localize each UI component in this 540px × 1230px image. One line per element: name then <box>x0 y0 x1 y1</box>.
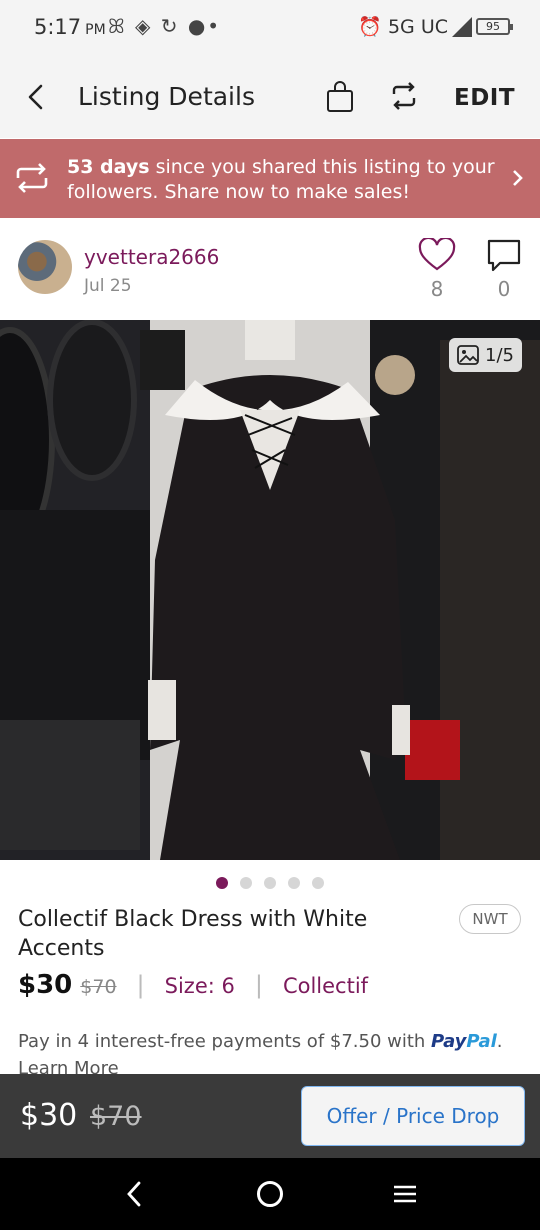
app-header: Listing Details EDIT <box>0 56 540 138</box>
bottom-action-bar: $30 $70 Offer / Price Drop <box>0 1074 540 1158</box>
listing-title: Collectif Black Dress with White Accents <box>18 907 368 961</box>
banner-message: 53 days since you shared this listing to… <box>67 156 495 203</box>
divider: | <box>136 971 145 999</box>
pager-dot[interactable] <box>240 877 252 889</box>
comment-icon[interactable] <box>486 238 522 274</box>
page-title: Listing Details <box>78 82 255 111</box>
nav-menu-icon[interactable] <box>393 1184 417 1204</box>
photo-counter-text: 1/5 <box>485 344 514 366</box>
share-reminder-banner[interactable]: 53 days since you shared this listing to… <box>0 139 540 218</box>
original-price: $70 <box>80 976 117 998</box>
listing-price: $30 <box>18 970 73 1000</box>
bar-original-price: $70 <box>90 1101 142 1132</box>
back-arrow-icon[interactable] <box>24 82 48 112</box>
offer-price-drop-button[interactable]: Offer / Price Drop <box>301 1086 525 1146</box>
dress-photo-illustration <box>0 320 540 860</box>
battery-icon: 95 <box>476 18 513 35</box>
product-photo[interactable]: 1/5 <box>0 320 540 860</box>
bar-price: $30 <box>20 1098 78 1133</box>
listing-date: Jul 25 <box>84 276 132 296</box>
status-time: 5:17 PM <box>34 15 106 39</box>
brand-link[interactable]: Collectif <box>283 974 368 998</box>
shopping-bag-icon[interactable] <box>325 80 355 114</box>
pager-dot[interactable] <box>216 877 228 889</box>
nav-back-icon[interactable] <box>124 1180 144 1208</box>
pager-dot[interactable] <box>264 877 276 889</box>
pager-dot[interactable] <box>312 877 324 889</box>
size-link[interactable]: Size: 6 <box>165 974 235 998</box>
nav-home-icon[interactable] <box>257 1181 283 1207</box>
paypal-logo: PayPal <box>431 1031 497 1052</box>
divider: | <box>254 971 263 999</box>
share-icon[interactable] <box>388 80 420 112</box>
share-arrows-icon <box>16 163 48 193</box>
photo-counter[interactable]: 1/5 <box>449 338 522 372</box>
status-right: ⏰ 5G UC 95 <box>358 15 513 38</box>
gallery-icon <box>457 345 479 365</box>
chevron-right-icon <box>513 170 523 186</box>
condition-badge: NWT <box>459 904 521 934</box>
edit-button[interactable]: EDIT <box>454 85 515 111</box>
signal-icon <box>452 16 472 37</box>
photo-pager <box>0 877 540 889</box>
like-count: 8 <box>430 277 444 301</box>
seller-avatar[interactable] <box>18 240 72 294</box>
seller-username[interactable]: yvettera2666 <box>84 245 219 269</box>
seller-row: yvettera2666 Jul 25 8 0 <box>0 218 540 320</box>
price-row: $30 $70 | Size: 6 | Collectif <box>18 970 368 1000</box>
notification-icons: ꕤ ◈ ↻ ●• <box>108 14 222 38</box>
comment-count: 0 <box>497 277 511 301</box>
network-label: ⏰ 5G UC <box>358 16 448 38</box>
heart-icon[interactable] <box>418 238 456 272</box>
pager-dot[interactable] <box>288 877 300 889</box>
status-bar: 5:17 PM ꕤ ◈ ↻ ●• ⏰ 5G UC 95 <box>0 0 540 56</box>
system-nav-bar <box>0 1158 540 1230</box>
